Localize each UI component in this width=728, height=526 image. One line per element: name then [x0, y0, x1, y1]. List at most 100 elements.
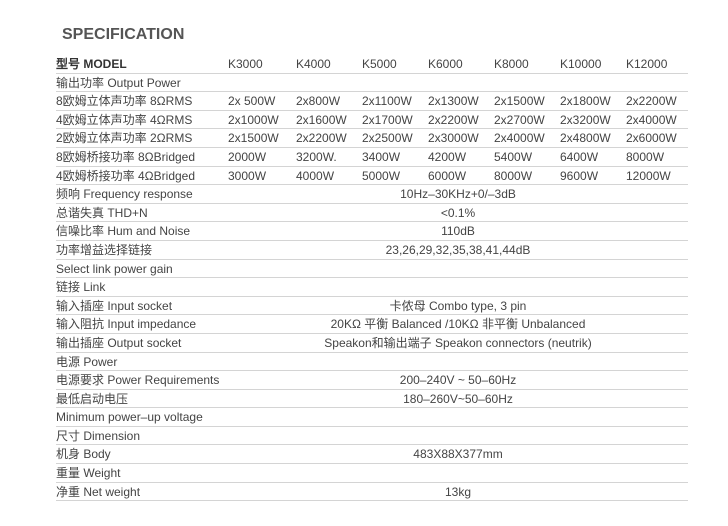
spec-row-value: 2x1700W	[362, 112, 413, 127]
spec-row-value: 5400W	[494, 149, 533, 164]
spec-row-value: 2x3000W	[428, 131, 479, 146]
spec-row-label: 输出插座 Output socket	[56, 335, 182, 350]
spec-row-value: 2x2200W	[428, 112, 479, 127]
spec-row: 输出功率 Output Power	[56, 74, 688, 93]
spec-row-label: 信噪比率 Hum and Noise	[56, 224, 191, 239]
spec-row-value: 2x1100W	[362, 94, 412, 109]
spec-row-value: 4000W	[296, 168, 335, 183]
model-header-6: K12000	[626, 57, 668, 71]
spec-row: 机身 Body 483X88X377mm	[56, 445, 688, 465]
spec-row-span-value: 110dB	[441, 224, 475, 239]
spec-row-label: 最低启动电压	[56, 391, 129, 406]
spec-row-value: 2000W	[228, 149, 267, 164]
spec-row: 输出插座 Output socket Speakon和输出端子 Speakon c…	[56, 334, 688, 353]
spec-row-label: Select link power gain	[56, 261, 173, 276]
spec-row-value: 2x2700W	[494, 112, 545, 127]
spec-row-value: 9600W	[560, 168, 599, 183]
spec-row: 8欧姆立体声功率 8ΩRMS 2x 500W 2x800W 2x1100W 2x1300…	[56, 92, 688, 111]
spec-row-label: 输出功率 Output Power	[56, 75, 181, 90]
spec-row: 链接 Link	[56, 278, 688, 297]
spec-row: 信噪比率 Hum and Noise 110dB	[56, 222, 688, 241]
spec-row-value: 3000W	[228, 168, 267, 183]
spec-row: Select link power gain	[56, 260, 688, 279]
spec-row-label: 功率增益选择链接	[56, 242, 153, 257]
spec-row: 电源要求 Power Requirements 200–240V ~ 50–60H…	[56, 371, 688, 390]
spec-row: 输入插座 Input socket 卡侬母 Combo type, 3 pin	[56, 297, 688, 316]
spec-row-label: 2欧姆立体声功率 2ΩRMS	[56, 131, 193, 146]
spec-row-value: 6400W	[560, 149, 599, 164]
spec-row-span-value: 180–260V~50–60Hz	[403, 391, 513, 406]
spec-row: 4欧姆立体声功率 4ΩRMS 2x1000W 2x1600W 2x1700W 2x220…	[56, 111, 688, 130]
spec-row-value: 2x2200W	[626, 94, 677, 109]
spec-row-label: Minimum power–up voltage	[56, 410, 203, 425]
spec-row-value: 6000W	[428, 168, 467, 183]
spec-row: 输入阻抗 Input impedance 20KΩ 平衡 Balanced /10…	[56, 315, 688, 334]
model-header-0: K3000	[228, 57, 263, 71]
spec-row-value: 2x1500W	[494, 94, 545, 109]
spec-row-label: 链接 Link	[56, 280, 106, 295]
spec-row: 净重 Net weight 13kg	[56, 483, 688, 502]
spec-row: 重量 Weight	[56, 464, 688, 483]
model-header-5: K10000	[560, 57, 602, 71]
spec-row: 8欧姆桥接功率 8ΩBridged 2000W 3200W. 3400W 4200W 54…	[56, 148, 688, 167]
spec-row-label: 频响 Frequency response	[56, 187, 193, 202]
spec-row-span-value: 483X88X377mm	[413, 447, 503, 462]
spec-row-label: 8欧姆桥接功率 8ΩBridged	[56, 149, 196, 164]
model-header-2: K5000	[362, 57, 397, 71]
spec-row-label: 8欧姆立体声功率 8ΩRMS	[56, 94, 193, 109]
model-header-1: K4000	[296, 57, 331, 71]
spec-row: 总谐失真 THD+N <0.1%	[56, 204, 688, 223]
spec-row-label: 尺寸 Dimension	[56, 428, 141, 443]
spec-row-value: 2x800W	[296, 94, 341, 109]
spec-row-label: 4欧姆立体声功率 4ΩRMS	[56, 112, 193, 127]
spec-row-value: 2x1500W	[228, 131, 279, 146]
spec-row-span-value: 13kg	[444, 484, 472, 499]
spec-row-label: 净重 Net weight	[56, 484, 141, 499]
spec-row-value: 2x1300W	[428, 94, 479, 109]
spec-row-value: 8000W	[626, 149, 665, 164]
spec-row-value: 2x4000W	[626, 112, 677, 127]
spec-row: 电源 Power	[56, 353, 688, 372]
spec-row-label: 输入阻抗 Input impedance	[56, 317, 197, 332]
spec-row-span-value: 20KΩ 平衡 Balanced /10KΩ 非平衡 Unbalanced	[330, 317, 586, 332]
spec-row: 4欧姆桥接功率 4ΩBridged 3000W 4000W 5000W 6000W 800…	[56, 167, 688, 186]
spec-row-value: 2x3200W	[560, 112, 611, 127]
spec-row-span-value: 200–240V ~ 50–60Hz	[399, 373, 517, 388]
spec-row: 频响 Frequency response 10Hz–30KHz+0/–3dB	[56, 185, 688, 204]
spec-row: 尺寸 Dimension	[56, 427, 688, 446]
model-label: 型号 MODEL	[56, 57, 127, 71]
spec-row-label: 4欧姆桥接功率 4ΩBridged	[56, 168, 196, 183]
spec-row: 功率增益选择链接 23,26,29,32,35,38,41,44dB	[56, 241, 688, 260]
spec-row-value: 2x6000W	[626, 131, 677, 146]
spec-row-value: 2x1600W	[296, 112, 347, 127]
model-header-3: K6000	[428, 57, 463, 71]
spec-row-span-value: 10Hz–30KHz+0/–3dB	[400, 187, 516, 202]
header-row: 型号 MODEL K3000 K4000 K5000 K6000 K8000 K10000…	[56, 55, 688, 74]
spec-row-value: 2x4800W	[560, 131, 611, 146]
spec-row-label: 电源 Power	[56, 354, 118, 369]
spec-row-value: 2x1000W	[228, 112, 279, 127]
spec-row-span-value: 卡侬母 Combo type, 3 pin	[389, 298, 527, 313]
spec-row: Minimum power–up voltage	[56, 408, 688, 427]
model-header-4: K8000	[494, 57, 529, 71]
spec-row-value: 5000W	[362, 168, 401, 183]
spec-row-value: 3400W	[362, 149, 401, 164]
spec-row-label: 总谐失真 THD+N	[56, 205, 148, 220]
spec-row-label: 重量 Weight	[56, 466, 121, 481]
spec-row-span-value: Speakon和输出端子 Speakon connectors (neutrik…	[324, 335, 592, 350]
spec-row-value: 12000W	[626, 168, 671, 183]
spec-row-value: 2x 500W	[228, 94, 276, 109]
spec-row-span-value: <0.1%	[440, 205, 476, 220]
spec-row-value: 8000W	[494, 168, 533, 183]
spec-row-span-value: 23,26,29,32,35,38,41,44dB	[385, 242, 531, 257]
spec-row-value: 2x4000W	[494, 131, 545, 146]
spec-row: 最低启动电压 180–260V~50–60Hz	[56, 390, 688, 409]
spec-row-value: 2x1800W	[560, 94, 611, 109]
spec-row-label: 机身 Body	[56, 447, 111, 462]
spec-row-value: 3200W.	[296, 149, 337, 164]
spec-row-value: 4200W	[428, 149, 467, 164]
spec-row-label: 电源要求 Power Requirements	[56, 373, 220, 388]
spec-row-value: 2x2500W	[362, 131, 413, 146]
spec-table: 型号 MODEL K3000 K4000 K5000 K6000 K8000 K10000…	[56, 55, 688, 502]
spec-row-value: 2x2200W	[296, 131, 347, 146]
